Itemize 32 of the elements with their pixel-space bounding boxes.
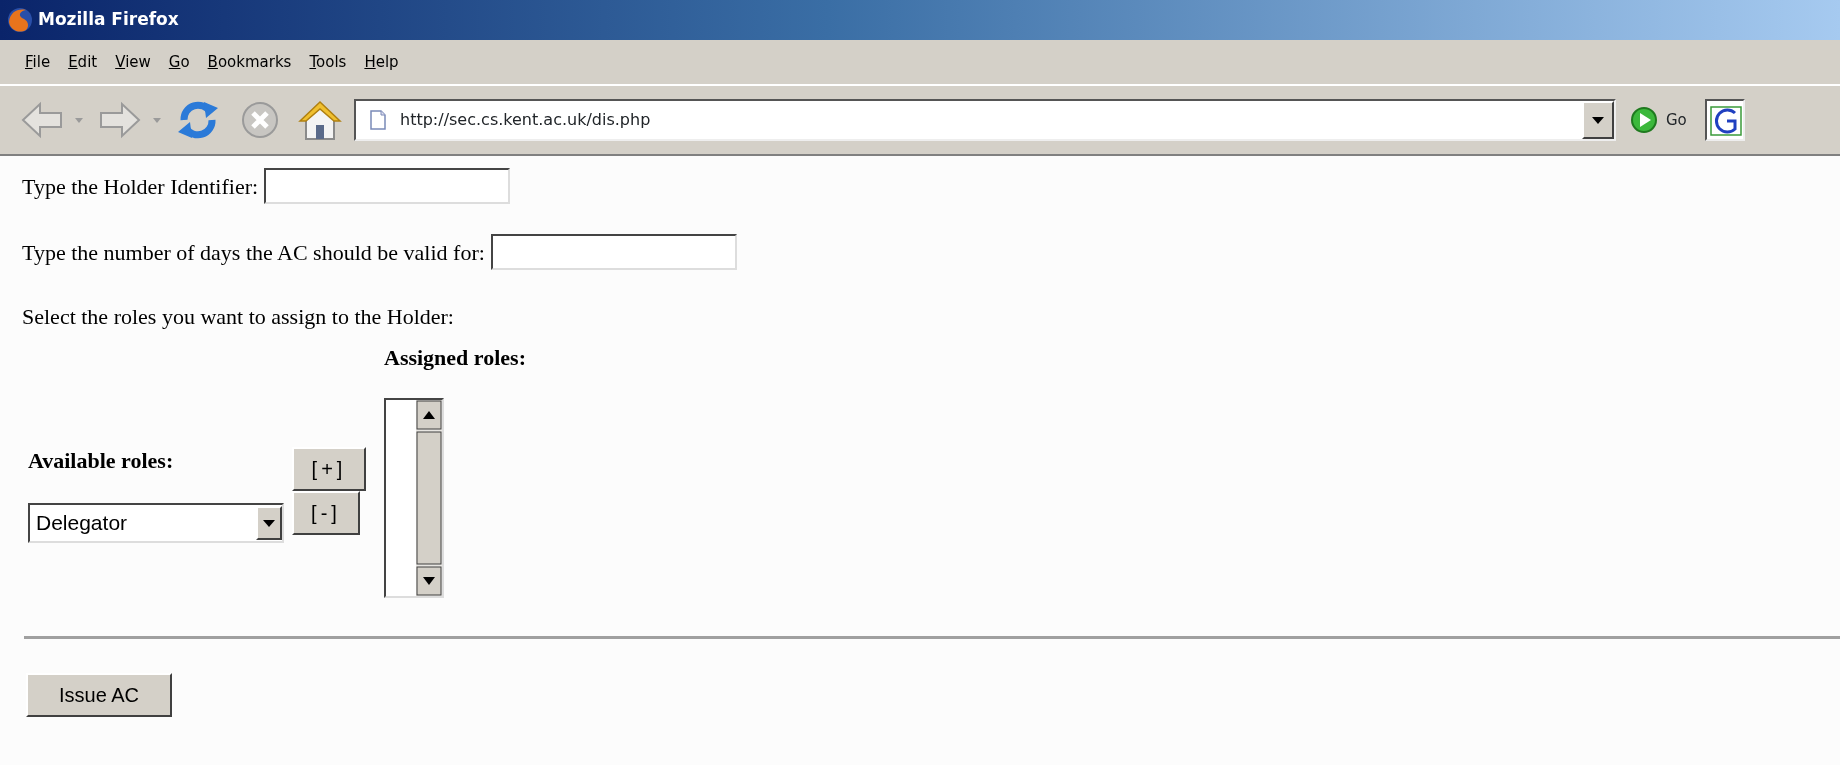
go-button[interactable]: Go bbox=[1666, 108, 1687, 132]
scrollbar[interactable] bbox=[416, 400, 442, 596]
menu-item[interactable]: File bbox=[18, 48, 62, 76]
caret-icon bbox=[263, 519, 275, 527]
prompt-text: Select the roles you want to assign to the Holder: bbox=[22, 303, 454, 331]
input-field[interactable] bbox=[490, 234, 737, 270]
home-icon[interactable] bbox=[298, 99, 342, 141]
window-title: Mozilla Firefox bbox=[38, 8, 179, 32]
dropdown-button[interactable] bbox=[1582, 101, 1614, 139]
menu-item[interactable]: Tools bbox=[302, 48, 358, 76]
section-heading: Assigned roles: bbox=[384, 344, 526, 372]
menu-item[interactable]: Edit bbox=[61, 48, 109, 76]
menu-item[interactable]: Bookmarks bbox=[200, 48, 303, 76]
browser-logo-icon bbox=[6, 6, 34, 34]
remove-button[interactable]: [-] bbox=[292, 491, 360, 535]
menu-item[interactable]: Help bbox=[357, 48, 410, 76]
stop-icon[interactable] bbox=[240, 100, 280, 140]
roles-dropdown[interactable]: Delegator bbox=[28, 503, 284, 543]
assigned-roles-list[interactable] bbox=[384, 398, 444, 598]
page-icon bbox=[370, 110, 386, 130]
menu-item[interactable]: Go bbox=[161, 48, 201, 76]
field-label: Type the number of days the AC should be valid for: bbox=[22, 238, 485, 267]
add-button[interactable]: [+] bbox=[292, 447, 366, 491]
menu-item[interactable]: View bbox=[108, 48, 162, 76]
go-icon[interactable] bbox=[1630, 106, 1658, 134]
address-field[interactable]: http://sec.cs.kent.ac.uk/dis.php bbox=[354, 99, 1616, 141]
caret-icon bbox=[1592, 116, 1604, 124]
search-engine-button[interactable] bbox=[1704, 99, 1745, 141]
field-label: Type the Holder Identifier: bbox=[22, 172, 259, 201]
submit-button[interactable]: Issue AC bbox=[26, 673, 172, 717]
input-field[interactable] bbox=[264, 168, 511, 204]
section-heading: Available roles: bbox=[28, 447, 175, 475]
